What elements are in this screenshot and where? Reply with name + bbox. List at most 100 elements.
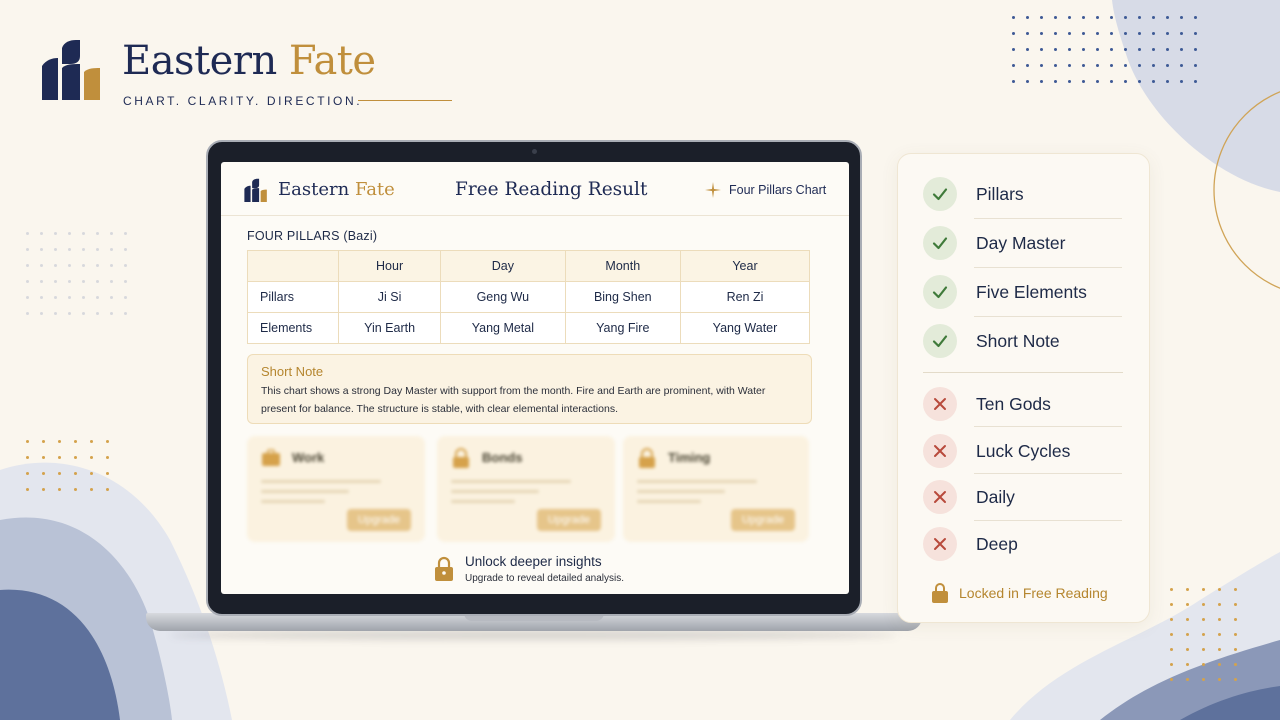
locked-card-bonds: Bonds Upgrade [437, 436, 615, 542]
check-icon [923, 275, 957, 309]
close-icon [923, 480, 957, 514]
table-cell: Yang Metal [440, 312, 566, 344]
short-note-text: This chart shows a strong Day Master wit… [261, 385, 766, 415]
table-row: Pillars Ji Si Geng Wu Bing Shen Ren Zi [247, 281, 811, 313]
blurred-line [637, 480, 757, 483]
close-icon [923, 387, 957, 421]
table-header-row: Hour Day Month Year [247, 250, 811, 282]
feature-label: Ten Gods [976, 394, 1051, 414]
feature-label: Luck Cycles [976, 441, 1071, 461]
dot-grid-left-faint [26, 232, 127, 315]
feature-label: Daily [976, 487, 1015, 507]
divider [974, 316, 1122, 317]
brand-tagline: CHART. CLARITY. DIRECTION. [123, 94, 363, 108]
check-icon [923, 177, 957, 211]
check-icon [923, 324, 957, 358]
table-cell: Ji Si [337, 281, 442, 313]
close-icon [923, 527, 957, 561]
locked-label: Locked in Free Reading [959, 585, 1108, 601]
app-logo-icon[interactable] [243, 178, 269, 202]
dot-grid-left-gold [26, 440, 109, 491]
feature-label: Five Elements [976, 282, 1087, 302]
row-header: Elements [247, 312, 339, 344]
upgrade-button[interactable]: Upgrade [731, 509, 795, 531]
brand-logo-icon [42, 40, 100, 100]
blurred-line [637, 500, 701, 503]
row-header: Pillars [247, 281, 339, 313]
table-header-cell: Hour [337, 250, 442, 282]
locked-note: Locked in Free Reading [931, 582, 1131, 606]
divider [974, 426, 1122, 427]
briefcase-icon [262, 449, 280, 466]
card-title: Bonds [482, 450, 523, 465]
lock-icon [932, 583, 948, 603]
short-note-title: Short Note [261, 364, 324, 379]
feature-panel: Pillars Day Master Five Elements Short N… [897, 153, 1150, 623]
feature-label: Day Master [976, 233, 1066, 253]
table-cell: Yang Fire [564, 312, 681, 344]
table-row: Elements Yin Earth Yang Metal Yang Fire … [247, 312, 811, 344]
table-cell: Ren Zi [679, 281, 811, 313]
card-title: Work [292, 450, 325, 465]
table-cell: Yin Earth [337, 312, 442, 344]
blurred-line [451, 480, 571, 483]
section-label: FOUR PILLARS (Bazi) [247, 229, 378, 243]
table-header-cell [247, 250, 339, 282]
dot-grid-right-gold [1170, 588, 1237, 681]
blurred-line [261, 480, 381, 483]
feature-item-ten-gods: Ten Gods [923, 387, 1123, 421]
table-cell: Bing Shen [564, 281, 681, 313]
camera-icon [532, 149, 537, 154]
lock-icon [639, 448, 655, 468]
lock-icon [453, 448, 469, 468]
blurred-line [451, 500, 515, 503]
feature-item-deep: Deep [923, 527, 1123, 561]
table-cell: Geng Wu [440, 281, 566, 313]
dot-grid-top-right [1012, 16, 1197, 83]
feature-label: Deep [976, 534, 1018, 554]
divider [974, 267, 1122, 268]
unlock-insights-cta[interactable]: Unlock deeper insights Upgrade to reveal… [433, 554, 653, 590]
feature-label: Short Note [976, 331, 1060, 351]
blurred-line [261, 490, 349, 493]
four-pillars-table: Hour Day Month Year Pillars Ji Si Geng W… [247, 250, 811, 344]
upgrade-button[interactable]: Upgrade [537, 509, 601, 531]
divider [974, 520, 1122, 521]
close-icon [923, 434, 957, 468]
brand-name-part2: Fate [288, 38, 376, 84]
sparkle-icon [705, 182, 721, 198]
app-brand-name[interactable]: Eastern Fate [278, 179, 395, 200]
feature-item-short-note: Short Note [923, 324, 1123, 358]
app-header: Eastern Fate Free Reading Result Four Pi… [221, 162, 849, 216]
locked-card-work: Work Upgrade [247, 436, 425, 542]
feature-item-day-master: Day Master [923, 226, 1123, 260]
laptop: Eastern Fate Free Reading Result Four Pi… [206, 140, 862, 616]
feature-item-five-elements: Five Elements [923, 275, 1123, 309]
unlock-subtitle: Upgrade to reveal detailed analysis. [465, 573, 624, 584]
table-header-cell: Month [564, 250, 681, 282]
divider [974, 473, 1122, 474]
blurred-line [637, 490, 725, 493]
app-brand-part1: Eastern [278, 179, 350, 200]
brand-name: Eastern Fate [122, 38, 376, 84]
app-brand-part2: Fate [354, 179, 395, 200]
divider [974, 218, 1122, 219]
brand-name-part1: Eastern [122, 38, 277, 84]
blurred-line [451, 490, 539, 493]
feature-label: Pillars [976, 184, 1024, 204]
table-header-cell: Year [679, 250, 811, 282]
page-title: Free Reading Result [455, 179, 648, 200]
laptop-screen: Eastern Fate Free Reading Result Four Pi… [221, 162, 849, 594]
unlock-title: Unlock deeper insights [465, 554, 602, 569]
blurred-line [261, 500, 325, 503]
locked-card-timing: Timing Upgrade [623, 436, 809, 542]
feature-item-daily: Daily [923, 480, 1123, 514]
upgrade-button[interactable]: Upgrade [347, 509, 411, 531]
short-note-card: Short Note This chart shows a strong Day… [247, 354, 812, 424]
laptop-shadow [170, 630, 898, 640]
feature-item-pillars: Pillars [923, 177, 1123, 211]
lock-icon [435, 556, 453, 581]
section-divider [923, 372, 1123, 373]
table-cell: Yang Water [679, 312, 811, 344]
check-icon [923, 226, 957, 260]
